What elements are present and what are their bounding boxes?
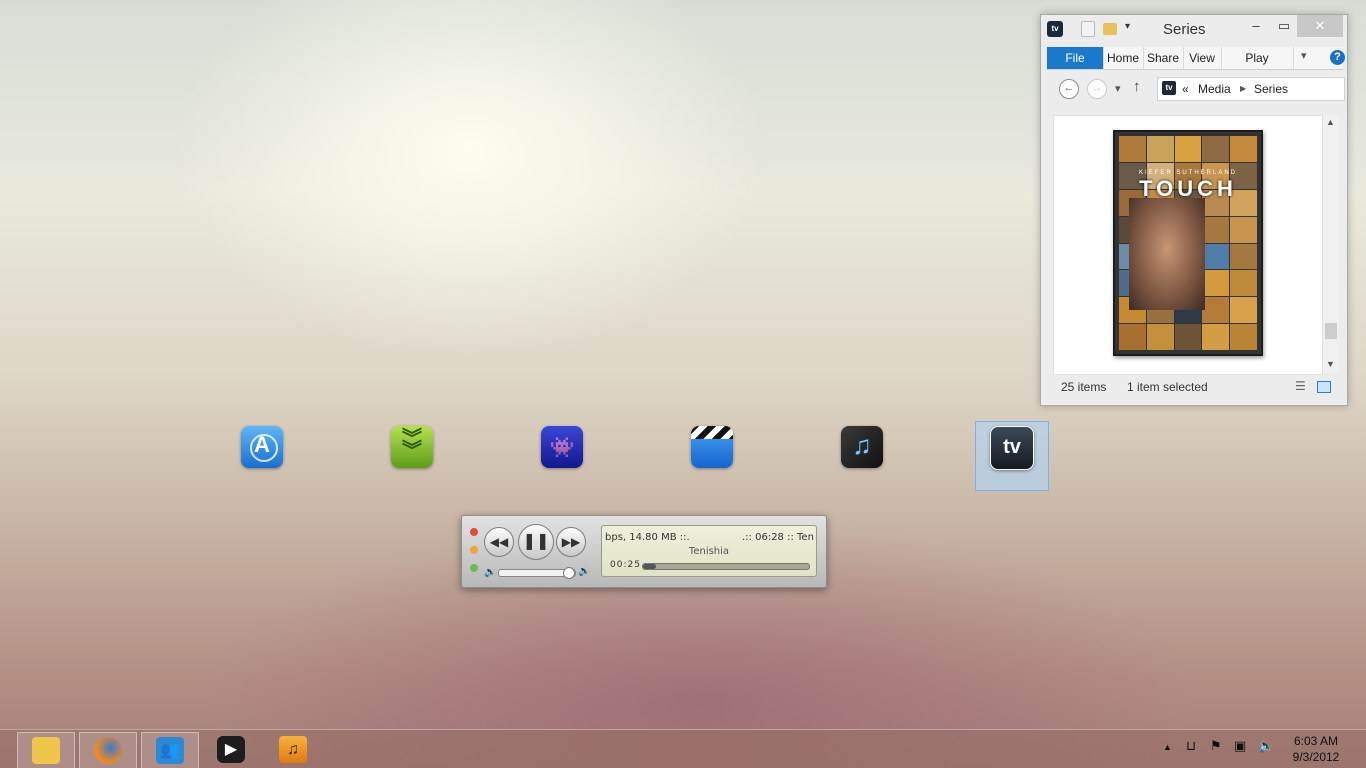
volume-low-icon: 🔈 xyxy=(484,567,497,578)
minimize-dot[interactable] xyxy=(470,546,478,554)
close-button[interactable]: ✕ xyxy=(1297,15,1343,37)
help-icon[interactable]: ? xyxy=(1330,50,1345,65)
tab-home[interactable]: Home xyxy=(1103,47,1144,69)
window-title: Series xyxy=(1163,21,1206,38)
usb-icon[interactable]: ⊔ xyxy=(1186,738,1196,754)
status-bar: 25 items 1 item selected ☰ xyxy=(1055,379,1335,397)
breadcrumb-media[interactable]: Media xyxy=(1198,82,1231,96)
clapperboard-icon[interactable] xyxy=(691,426,733,468)
taskbar-messenger[interactable]: 👥 xyxy=(141,732,199,768)
clock-date: 9/3/2012 xyxy=(1292,750,1340,764)
file-explorer-icon xyxy=(32,737,60,764)
artist-name: Tenishia xyxy=(688,546,730,557)
tab-file[interactable]: File xyxy=(1047,47,1104,69)
space-invader-icon[interactable]: 👾 xyxy=(541,426,583,468)
zoom-dot[interactable] xyxy=(470,564,478,572)
tv-app-icon[interactable]: tv xyxy=(1047,21,1063,37)
mini-player: ◀◀ ❚❚ ▶▶ 🔈 🔊 bps, 14.80 MB ::. .:: 06:28… xyxy=(461,515,827,588)
details-view-icon[interactable]: ☰ xyxy=(1295,379,1306,393)
breadcrumb-series[interactable]: Series xyxy=(1254,82,1288,96)
elapsed-time: 00:25 xyxy=(610,560,641,570)
breadcrumb-separator-icon: ▶ xyxy=(1240,84,1247,93)
tv-app-icon: tv xyxy=(1162,81,1176,95)
address-overflow[interactable]: « xyxy=(1182,82,1189,96)
track-info-right: .:: 06:28 :: Ten xyxy=(742,532,814,543)
scroll-up-icon[interactable]: ▲ xyxy=(1326,117,1335,127)
taskbar-itunes[interactable]: ♫ xyxy=(265,732,321,767)
selection-count: 1 item selected xyxy=(1127,380,1208,394)
tab-play[interactable]: Play xyxy=(1221,47,1294,69)
tab-share[interactable]: Share xyxy=(1143,47,1184,69)
network-icon[interactable]: ▣ xyxy=(1234,738,1246,754)
rewind-button[interactable]: ◀◀ xyxy=(484,527,514,557)
firefox-icon xyxy=(94,737,122,764)
download-chevrons-icon[interactable]: ︾ ︾ xyxy=(391,426,433,468)
fast-forward-button[interactable]: ▶▶ xyxy=(556,527,586,557)
clock-time: 6:03 AM xyxy=(1293,734,1339,748)
up-arrow-icon[interactable]: ↑ xyxy=(1133,78,1141,95)
ribbon-tabs: File Home Share View Play ▾ ? xyxy=(1047,47,1345,70)
file-view: KIEFER SUTHERLAND TOUCH xyxy=(1053,115,1323,375)
progress-fill xyxy=(643,564,657,569)
track-info-left: bps, 14.80 MB ::. xyxy=(605,532,690,543)
minimize-button[interactable]: – xyxy=(1241,15,1271,37)
scroll-thumb[interactable] xyxy=(1325,323,1337,339)
tv-icon[interactable]: tv xyxy=(990,426,1034,470)
pause-button[interactable]: ❚❚ xyxy=(518,524,554,560)
tab-view[interactable]: View xyxy=(1183,47,1222,69)
back-arrow-icon[interactable]: ← xyxy=(1059,79,1079,99)
player-display: bps, 14.80 MB ::. .:: 06:28 :: Ten Tenis… xyxy=(601,525,817,577)
maximize-button[interactable]: ▭ xyxy=(1269,15,1299,37)
customize-toolbar-icon[interactable]: ▾ xyxy=(1125,21,1141,37)
item-count: 25 items xyxy=(1061,380,1107,394)
close-dot[interactable] xyxy=(470,528,478,536)
taskbar-file-explorer[interactable] xyxy=(17,732,75,768)
action-center-flag-icon[interactable]: ⚑ xyxy=(1210,738,1222,754)
vertical-scrollbar[interactable]: ▲ ▼ xyxy=(1323,115,1339,373)
explorer-window: tv ▾ Series – ▭ ✕ File Home Share View P… xyxy=(1040,14,1348,406)
music-note-icon[interactable]: ♫ xyxy=(841,426,883,468)
itunes-icon: ♫ xyxy=(279,736,307,763)
taskbar-firefox[interactable] xyxy=(79,732,137,768)
poster-face xyxy=(1129,198,1205,310)
title-bar: tv ▾ Series – ▭ ✕ xyxy=(1041,15,1347,45)
recent-locations-icon[interactable]: ▾ xyxy=(1115,82,1121,95)
scroll-down-icon[interactable]: ▼ xyxy=(1326,359,1335,369)
clock[interactable]: 6:03 AM 9/3/2012 xyxy=(1286,733,1346,765)
volume-knob[interactable] xyxy=(562,567,575,579)
windows-live-messenger-icon: 👥 xyxy=(156,737,184,764)
expand-ribbon-icon[interactable]: ▾ xyxy=(1301,49,1307,62)
new-folder-icon[interactable] xyxy=(1103,23,1117,35)
progress-bar[interactable] xyxy=(642,563,810,570)
touch-poster-thumbnail[interactable]: KIEFER SUTHERLAND TOUCH xyxy=(1113,130,1263,356)
properties-icon[interactable] xyxy=(1081,21,1095,37)
app-store-icon[interactable]: A xyxy=(241,426,283,468)
poster-title: TOUCH xyxy=(1139,176,1237,201)
address-bar[interactable]: tv « Media ▶ Series xyxy=(1157,77,1345,101)
media-player-icon: ▶ xyxy=(217,736,245,763)
taskbar: 👥 ▶ ♫ xyxy=(0,729,1366,768)
show-hidden-icons-icon[interactable]: ▲ xyxy=(1163,742,1172,752)
large-icons-view-icon[interactable] xyxy=(1317,381,1331,393)
tv-icon-label: tv xyxy=(1003,436,1021,458)
taskbar-media-player[interactable]: ▶ xyxy=(203,732,259,767)
volume-high-icon: 🔊 xyxy=(578,566,591,577)
volume-slider[interactable] xyxy=(498,567,576,579)
volume-icon[interactable]: 🔈 xyxy=(1258,738,1274,754)
navigation-bar: ← → ▾ ↑ tv « Media ▶ Series xyxy=(1047,73,1345,103)
forward-arrow-icon[interactable]: → xyxy=(1087,79,1107,99)
